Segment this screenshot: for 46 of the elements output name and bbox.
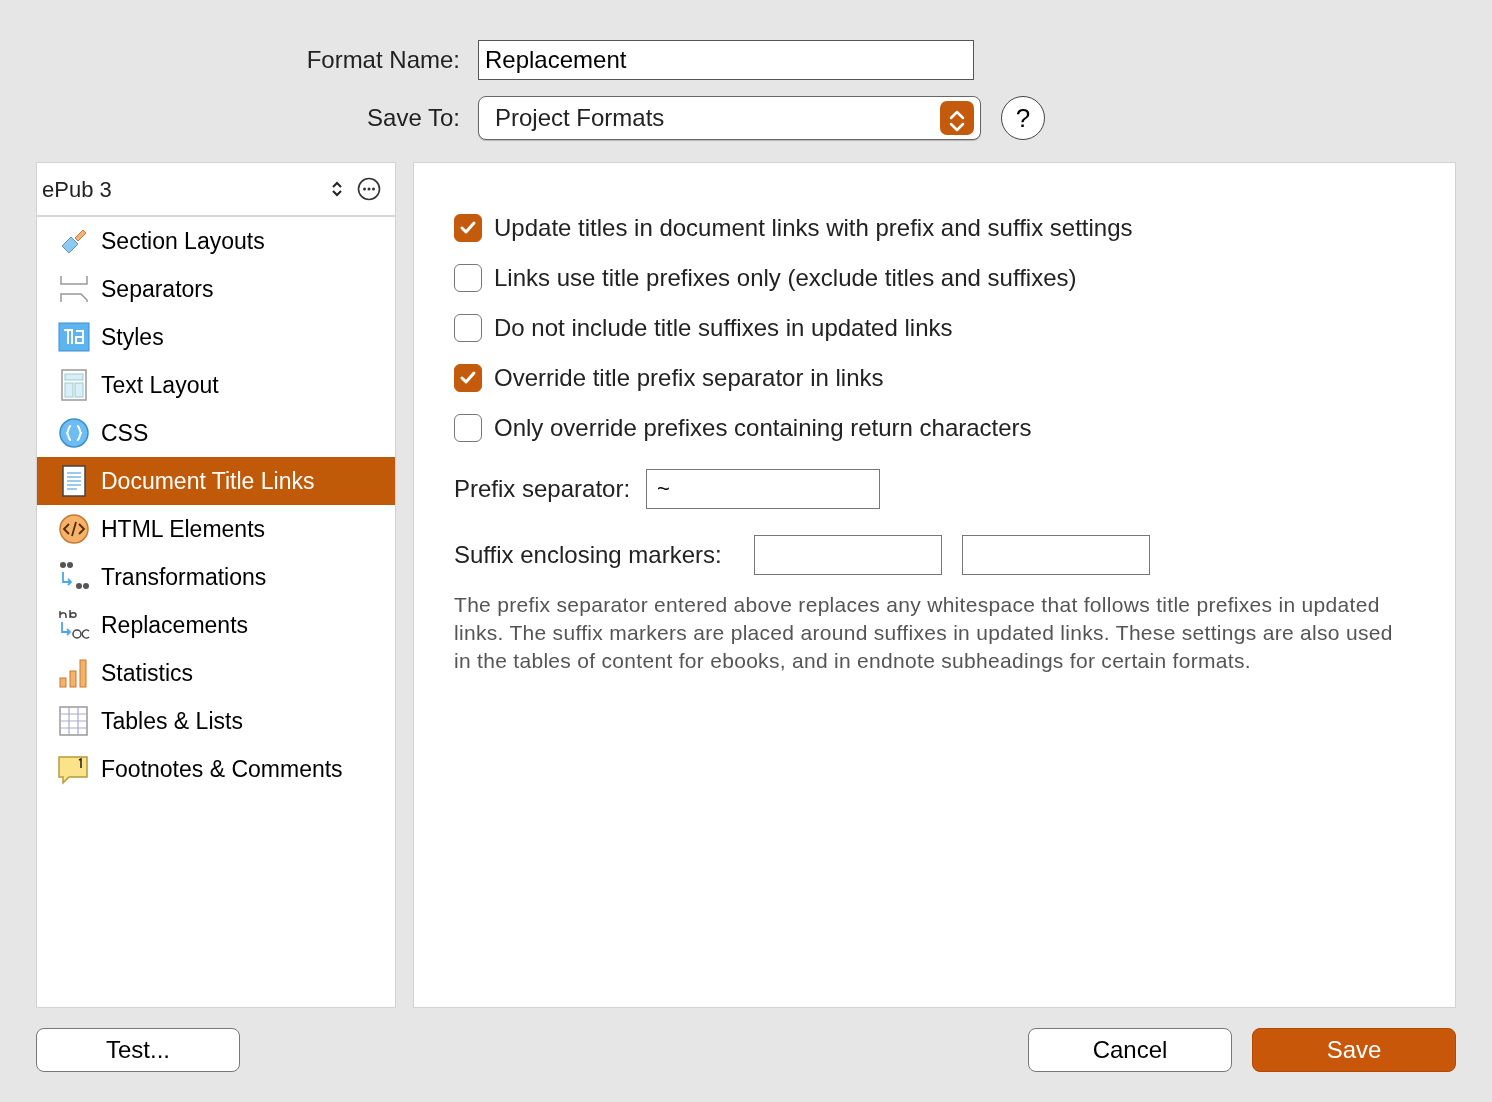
save-to-label: Save To:: [366, 103, 461, 133]
save-to-popup[interactable]: Project Formats: [478, 96, 981, 140]
checkbox[interactable]: [454, 414, 482, 442]
sidebar-item[interactable]: Footnotes & Comments: [37, 745, 395, 793]
checkbox-label: Only override prefixes containing return characters: [494, 413, 1032, 443]
sidebar-item[interactable]: Text Layout: [37, 361, 395, 409]
prefix-separator-field[interactable]: ~: [646, 469, 881, 509]
sidebar-item[interactable]: HTML Elements: [37, 505, 395, 553]
paragraph-styles-icon: [57, 320, 91, 354]
sidebar-item[interactable]: Transformations: [37, 553, 395, 601]
sidebar-item[interactable]: Section Layouts: [37, 217, 395, 265]
prefix-separator-label: Prefix separator:: [454, 474, 631, 504]
checkbox-label: Links use title prefixes only (exclude titles and suffixes): [494, 263, 1077, 293]
suffix-open-field[interactable]: [753, 535, 942, 575]
code-icon: [57, 512, 91, 546]
sidebar-item[interactable]: Styles: [37, 313, 395, 361]
checkbox[interactable]: [454, 314, 482, 342]
cancel-button[interactable]: Cancel: [1028, 1028, 1232, 1072]
sidebar-item[interactable]: Separators: [37, 265, 395, 313]
help-button[interactable]: ?: [1001, 96, 1045, 140]
grid-icon: [57, 704, 91, 738]
description-text: The prefix separator entered above replaces any whitespace that follows title prefixes in updated links. The suffix markers are placed around suffixes in updated links. These settings are also used in the tables of content for ebooks, and in endnote subheadings for certain formats.: [454, 592, 1394, 674]
save-button[interactable]: Save: [1252, 1028, 1456, 1072]
format-selector[interactable]: ePub 3: [42, 172, 317, 206]
checkbox[interactable]: [454, 264, 482, 292]
test-button[interactable]: Test...: [36, 1028, 240, 1072]
checkbox-label: Update titles in document links with prefix and suffix settings: [494, 213, 1133, 243]
format-name-label: Format Name:: [305, 45, 461, 75]
suffix-markers-label: Suffix enclosing markers:: [454, 540, 722, 570]
more-icon[interactable]: [357, 177, 381, 201]
checkbox-label: Override title prefix separator in links: [494, 363, 884, 393]
sidebar-item[interactable]: Statistics: [37, 649, 395, 697]
popup-value: Project Formats: [495, 103, 665, 133]
stepper-icon: [940, 101, 974, 135]
sidebar-item[interactable]: CSS: [37, 409, 395, 457]
checkbox-label: Do not include title suffixes in updated links: [494, 313, 953, 343]
suffix-close-field[interactable]: [961, 535, 1150, 575]
checkbox[interactable]: [454, 364, 482, 392]
sidebar-item[interactable]: Replacements: [37, 601, 395, 649]
swap-arrow-icon: [57, 608, 91, 642]
updown-icon[interactable]: [331, 180, 343, 198]
checkbox[interactable]: [454, 214, 482, 242]
sidebar-item[interactable]: Tables & Lists: [37, 697, 395, 745]
sidebar-item[interactable]: Document Title Links: [37, 457, 395, 505]
braces-icon: [57, 416, 91, 450]
format-name-field[interactable]: Replacement: [478, 40, 974, 80]
